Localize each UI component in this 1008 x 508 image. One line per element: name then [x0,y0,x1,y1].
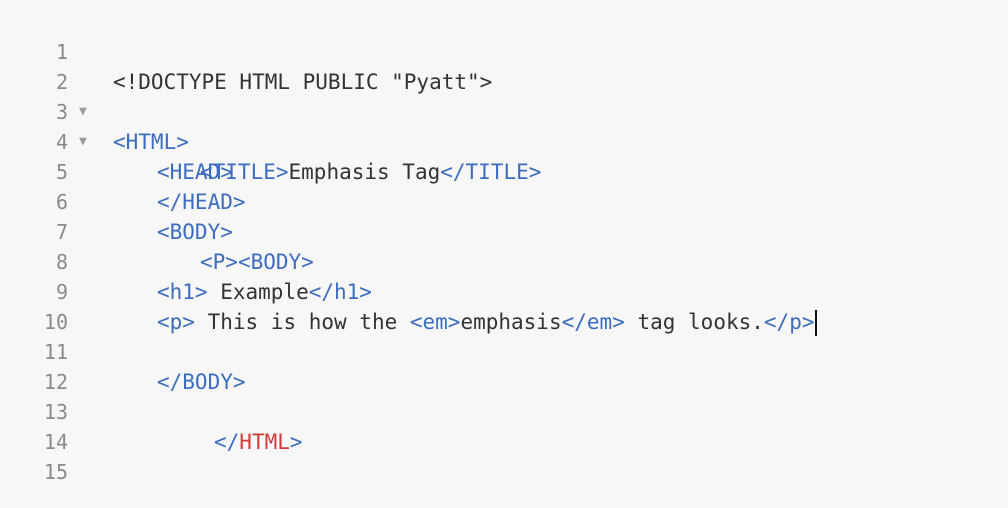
code-line-2[interactable]: 2 ▼ <HTML> [0,37,189,154]
code-line-8[interactable]: 8 <h1> Example</h1> [0,217,372,304]
code-line-6[interactable]: 6 <BODY> [0,157,233,244]
h1-element: <h1> Example</h1> [157,277,372,307]
doctype-declaration: <!DOCTYPE HTML PUBLIC "Pyatt"> [113,70,493,94]
html-close-tag: </HTML> [214,427,303,457]
code-line-3[interactable]: 3 ▼ <HEAD> [0,67,233,184]
code-line-12[interactable]: 12 [0,337,68,394]
h1-close-tag: </h1> [308,280,372,304]
code-line-7[interactable]: 7 <P><BODY> [0,187,314,274]
p-open-tag: <p> [157,310,195,334]
body-close-tag: </BODY> [157,370,246,394]
p-close-tag: </p> [763,310,815,334]
em-open-tag: <em> [409,310,461,334]
code-editor[interactable]: 1 <!DOCTYPE HTML PUBLIC "Pyatt"> 2 ▼ <HT… [0,0,1008,508]
code-line-4[interactable]: 4 <TITLE>Emphasis Tag</TITLE> [0,97,541,184]
head-close-tag: </HEAD> [157,190,246,214]
h1-text: Example [207,280,309,304]
em-text: emphasis [460,310,562,334]
body-open-tag-nested: <BODY> [237,250,314,274]
fold-toggle-icon[interactable]: ▼ [79,97,87,127]
title-text: Emphasis Tag [288,160,441,184]
code-line-13[interactable]: 13 </HTML> [0,367,303,454]
line-number: 15 [43,460,68,484]
code-line-15[interactable]: 15 [0,427,68,484]
paragraph-text: This is how the [194,310,410,334]
body-open-tag: <BODY> [157,220,233,244]
title-close-tag: </TITLE> [440,160,542,184]
paragraph-element: <p> This is how the <em>emphasis</em> ta… [157,307,818,337]
h1-open-tag: <h1> [157,280,208,304]
text-cursor [815,310,818,336]
code-line-5[interactable]: 5 </HEAD> [0,127,246,214]
unmatched-tag-name: HTML [239,430,290,454]
close-bracket-end: > [289,430,303,454]
paragraph-text-end: tag looks. [624,310,764,334]
html-open-tag: <HTML> [113,130,189,154]
title-element: <TITLE>Emphasis Tag</TITLE> [200,157,541,187]
p-body-tags: <P><BODY> [200,247,314,277]
em-close-tag: </em> [561,310,625,334]
code-line-10[interactable]: 10 [0,277,68,334]
code-line-9[interactable]: 9 <p> This is how the <em>emphasis</em> … [0,247,818,336]
code-line-1[interactable]: 1 <!DOCTYPE HTML PUBLIC "Pyatt"> [0,7,492,94]
close-bracket-start: </ [214,430,240,454]
code-line-14[interactable]: 14 [0,397,68,454]
p-open-tag: <P> [200,250,238,274]
fold-toggle-icon[interactable]: ▼ [79,127,87,157]
title-open-tag: <TITLE> [200,160,289,184]
code-line-11[interactable]: 11 </BODY> [0,307,246,394]
